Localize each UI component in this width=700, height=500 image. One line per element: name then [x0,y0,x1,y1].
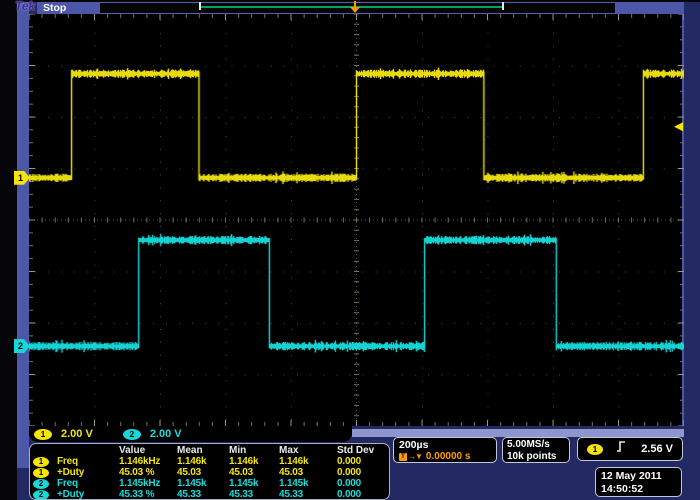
timebase-scale: 200µs [399,439,491,451]
meas-row-badge: 2 [33,490,49,500]
measurement-panel: Value Mean Min Max Std Dev 1 Freq 1.146k… [29,443,390,500]
meas-name: +Duty [57,489,119,500]
delay-arrow-icon: →▼ [408,451,422,462]
meas-mean: 45.03 [177,467,229,478]
meas-std: 0.000 [337,489,385,500]
waveform-display-area [29,14,684,426]
channel-scale-readout-bar: 1 2.00 V 2 2.00 V [29,426,352,442]
col-header-stddev: Std Dev [337,445,385,456]
trigger-level-value: 2.56 V [641,443,673,455]
col-header-max: Max [279,445,337,456]
record-window-left-bracket [199,2,201,10]
record-bar-right-fill [615,2,684,14]
left-frame-bar [17,2,29,468]
frame-highlight-band [352,429,684,437]
meas-row-badge: 1 [33,468,49,478]
meas-value: 45.03 % [119,467,177,478]
trigger-delay-icon: T [399,453,407,461]
meas-row-badge: 2 [33,479,49,489]
col-header-mean: Mean [177,445,229,456]
rising-edge-slope-icon [616,440,627,458]
meas-max: 1.146k [279,456,337,467]
meas-mean: 45.33 [177,489,229,500]
record-length: 10k points [507,451,565,463]
col-header-min: Min [229,445,279,456]
channel2-badge: 2 [123,429,141,440]
date-text: 12 May 2011 [601,470,676,483]
meas-value: 45.33 % [119,489,177,500]
trigger-settings-box: 1 2.56 V [577,437,683,461]
meas-max: 45.03 [279,467,337,478]
meas-min: 45.03 [229,467,279,478]
trigger-source-badge: 1 [587,444,603,455]
meas-mean: 1.145k [177,478,229,489]
channel1-scale[interactable]: 2.00 V [61,428,93,440]
trigger-delay-value: 0.00000 s [426,451,471,462]
graticule-and-traces [29,14,684,426]
meas-name: Freq [57,478,119,489]
meas-std: 0.000 [337,467,385,478]
col-header-value: Value [119,445,177,456]
channel1-badge: 1 [34,429,52,440]
meas-std: 0.000 [337,478,385,489]
meas-row-badge: 1 [33,457,49,467]
meas-mean: 1.146k [177,456,229,467]
meas-value: 1.145kHz [119,478,177,489]
time-text: 14:50:52 [601,483,676,496]
acquisition-settings-box: 5.00MS/s 10k points [502,437,570,463]
meas-max: 45.33 [279,489,337,500]
datetime-box: 12 May 2011 14:50:52 [595,467,682,497]
meas-min: 45.33 [229,489,279,500]
meas-value: 1.146kHz [119,456,177,467]
meas-min: 1.146k [229,456,279,467]
sample-rate: 5.00MS/s [507,439,565,451]
record-window-right-bracket [502,2,504,10]
meas-name: Freq [57,456,119,467]
meas-name: +Duty [57,467,119,478]
trigger-delay-readout: T →▼ 0.00000 s [399,451,491,462]
meas-std: 0.000 [337,456,385,467]
horizontal-settings-box: 200µs T →▼ 0.00000 s [393,437,497,463]
meas-max: 1.145k [279,478,337,489]
acquisition-status-badge: Stop [37,2,100,14]
oscilloscope-screen: Tek Stop T 1 2 1 2.00 V 2 2.00 V Value M… [0,0,700,500]
left-frame-strip [0,0,17,500]
channel2-scale[interactable]: 2.00 V [150,428,182,440]
meas-min: 1.145k [229,478,279,489]
